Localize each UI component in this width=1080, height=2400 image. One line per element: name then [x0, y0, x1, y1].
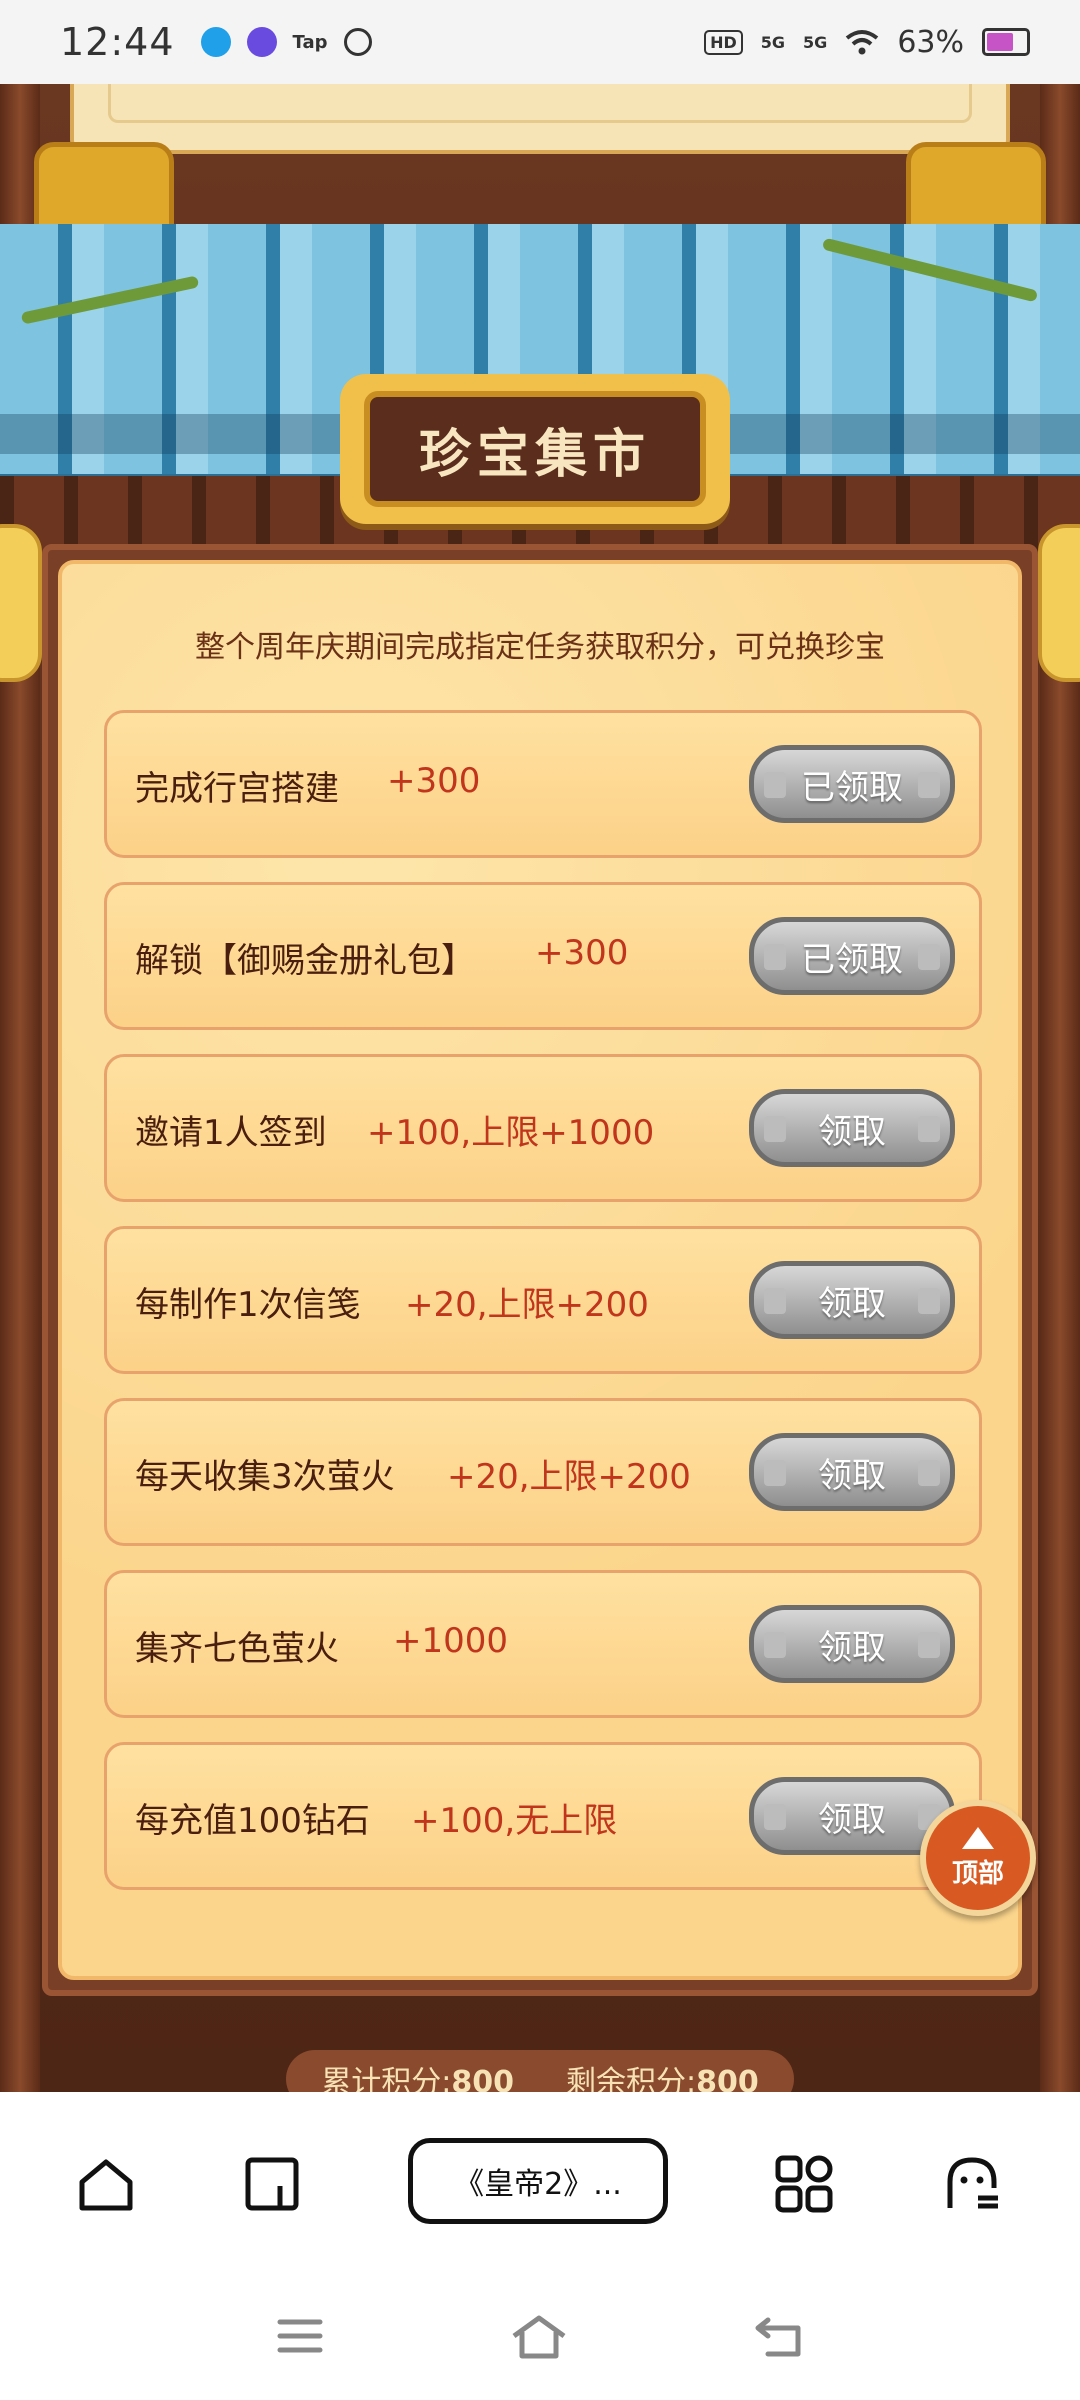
- task-points: +100,无上限: [411, 1801, 618, 1841]
- profile-icon[interactable]: [942, 2154, 1002, 2214]
- remaining-points: 剩余积分:800: [566, 2065, 759, 2092]
- task-name: 集齐七色萤火: [135, 1629, 339, 1669]
- status-bar: 12:44 Tap HD 5G 5G 63%: [0, 0, 1080, 84]
- task-points: +20,上限+200: [447, 1457, 691, 1497]
- back-to-top-label: 顶部: [951, 1858, 1004, 1889]
- task-item: 解锁【御赐金册礼包】 +300 已领取: [104, 882, 982, 1030]
- task-name: 解锁【御赐金册礼包】: [135, 941, 475, 981]
- battery-icon: [982, 28, 1030, 56]
- battery-percent: 63%: [897, 24, 964, 60]
- claimed-button[interactable]: 已领取: [749, 917, 955, 995]
- signal-icon-2: 5G: [803, 32, 828, 52]
- tieba-icon: [246, 27, 277, 57]
- taptap-icon: Tap: [292, 31, 328, 53]
- total-points: 累计积分:800: [321, 2065, 514, 2092]
- top-scroll-panel: [70, 84, 1010, 154]
- browser-toolbar: 《皇帝2》...: [0, 2092, 1080, 2276]
- wifi-icon: [846, 30, 879, 55]
- task-name: 每充值100钻石: [135, 1801, 370, 1841]
- task-name: 每制作1次信笺: [135, 1285, 361, 1325]
- task-name: 完成行宫搭建: [135, 769, 339, 809]
- task-item: 集齐七色萤火 +1000 领取: [104, 1570, 982, 1718]
- game-view: 珍宝集市 整个周年庆期间完成指定任务获取积分，可兑换珍宝 完成行宫搭建 +300…: [0, 84, 1080, 2092]
- system-navigation: [0, 2276, 1080, 2400]
- page-title: 珍宝集市: [364, 391, 706, 507]
- notification-icons: Tap: [200, 27, 372, 57]
- hd-icon: HD: [704, 29, 743, 55]
- points-summary: 累计积分:800 剩余积分:800: [286, 2050, 794, 2092]
- task-panel: 整个周年庆期间完成指定任务获取积分，可兑换珍宝 完成行宫搭建 +300 已领取 …: [58, 560, 1022, 1980]
- lantern-right: [1038, 524, 1080, 682]
- task-item: 完成行宫搭建 +300 已领取: [104, 710, 982, 858]
- back-to-top-button[interactable]: 顶部: [920, 1800, 1036, 1916]
- status-time: 12:44: [60, 20, 175, 64]
- task-name: 每天收集3次萤火: [135, 1457, 395, 1497]
- tabs-icon[interactable]: [242, 2154, 302, 2214]
- task-points: +300: [387, 761, 481, 801]
- task-item: 每充值100钻石 +100,无上限 领取: [104, 1742, 982, 1890]
- panel-subtitle: 整个周年庆期间完成指定任务获取积分，可兑换珍宝: [195, 630, 885, 665]
- task-item: 每天收集3次萤火 +20,上限+200 领取: [104, 1398, 982, 1546]
- claim-button[interactable]: 领取: [749, 1605, 955, 1683]
- page-tab-title[interactable]: 《皇帝2》...: [408, 2138, 668, 2224]
- status-right: HD 5G 5G 63%: [704, 25, 1030, 60]
- lantern-left: [0, 524, 42, 682]
- task-points: +300: [535, 933, 629, 973]
- task-points: +100,上限+1000: [367, 1113, 655, 1153]
- task-item: 邀请1人签到 +100,上限+1000 领取: [104, 1054, 982, 1202]
- title-plaque: 珍宝集市: [340, 374, 730, 524]
- task-name: 邀请1人签到: [135, 1113, 327, 1153]
- task-item: 每制作1次信笺 +20,上限+200 领取: [104, 1226, 982, 1374]
- claim-button[interactable]: 领取: [749, 1089, 955, 1167]
- signal-icon-1: 5G: [760, 32, 786, 52]
- apps-icon[interactable]: [774, 2154, 834, 2214]
- menu-icon[interactable]: [276, 2314, 324, 2358]
- back-icon[interactable]: [754, 2314, 804, 2358]
- task-points: +1000: [393, 1621, 509, 1661]
- home-icon[interactable]: [76, 2154, 136, 2214]
- home-icon[interactable]: [510, 2314, 568, 2360]
- claim-button[interactable]: 领取: [749, 1433, 955, 1511]
- qq-icon: [200, 27, 231, 57]
- arrow-up-icon: [962, 1826, 994, 1849]
- claimed-button[interactable]: 已领取: [749, 745, 955, 823]
- claim-button[interactable]: 领取: [749, 1261, 955, 1339]
- task-points: +20,上限+200: [405, 1285, 649, 1325]
- app-icon: [343, 28, 372, 56]
